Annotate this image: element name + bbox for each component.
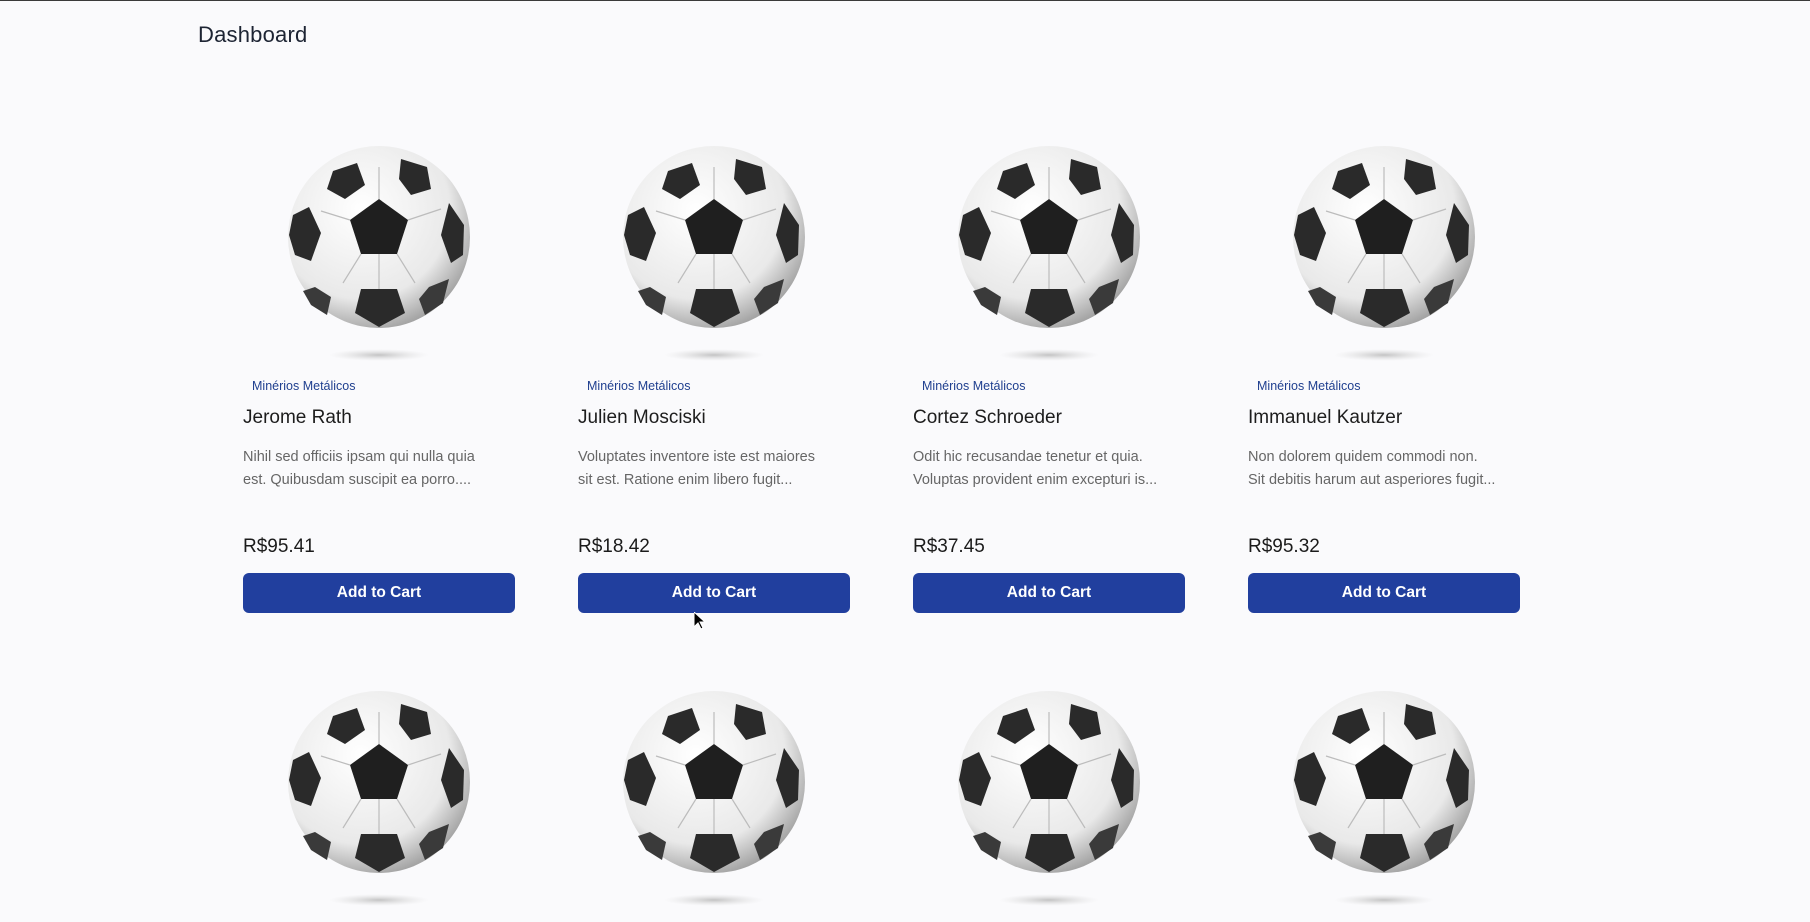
description-line: Non dolorem quidem commodi non.: [1248, 449, 1478, 465]
product-name: Julien Mosciski: [578, 407, 706, 428]
soccer-ball-icon[interactable]: [265, 682, 493, 910]
add-to-cart-button[interactable]: Add to Cart: [243, 573, 515, 613]
product-description: Nihil sed officiis ipsam qui nulla quia …: [243, 446, 516, 492]
add-to-cart-button[interactable]: Add to Cart: [1248, 573, 1520, 613]
product-category: Minérios Metálicos: [587, 379, 691, 393]
soccer-ball-icon[interactable]: [265, 137, 493, 365]
mouse-cursor-icon: [693, 610, 707, 630]
description-line: Voluptas provident enim excepturi is...: [913, 472, 1158, 488]
product-category: Minérios Metálicos: [922, 379, 1026, 393]
soccer-ball-icon[interactable]: [600, 682, 828, 910]
add-to-cart-button[interactable]: Add to Cart: [578, 573, 850, 613]
product-name: Cortez Schroeder: [913, 407, 1062, 428]
product-grid: Minérios Metálicos Jerome Rath Nihil sed…: [0, 0, 1810, 922]
soccer-ball-icon[interactable]: [935, 682, 1163, 910]
soccer-ball-icon[interactable]: [935, 137, 1163, 365]
product-name: Immanuel Kautzer: [1248, 407, 1403, 428]
soccer-ball-icon[interactable]: [1270, 137, 1498, 365]
description-line: sit est. Ratione enim libero fugit...: [578, 472, 793, 488]
description-line: Nihil sed officiis ipsam qui nulla quia: [243, 449, 475, 465]
product-description: Odit hic recusandae tenetur et quia. Vol…: [913, 446, 1186, 492]
product-category: Minérios Metálicos: [1257, 379, 1361, 393]
description-line: est. Quibusdam suscipit ea porro....: [243, 472, 472, 488]
description-line: Odit hic recusandae tenetur et quia.: [913, 449, 1143, 465]
product-description: Non dolorem quidem commodi non. Sit debi…: [1248, 446, 1521, 492]
description-line: Voluptates inventore iste est maiores: [578, 449, 815, 465]
product-price: R$95.41: [243, 536, 315, 557]
description-line: Sit debitis harum aut asperiores fugit..…: [1248, 472, 1496, 488]
product-name: Jerome Rath: [243, 407, 352, 428]
add-to-cart-button[interactable]: Add to Cart: [913, 573, 1185, 613]
product-price: R$18.42: [578, 536, 650, 557]
soccer-ball-icon[interactable]: [1270, 682, 1498, 910]
soccer-ball-icon[interactable]: [600, 137, 828, 365]
product-price: R$37.45: [913, 536, 985, 557]
product-description: Voluptates inventore iste est maiores si…: [578, 446, 851, 492]
product-category: Minérios Metálicos: [252, 379, 356, 393]
product-price: R$95.32: [1248, 536, 1320, 557]
